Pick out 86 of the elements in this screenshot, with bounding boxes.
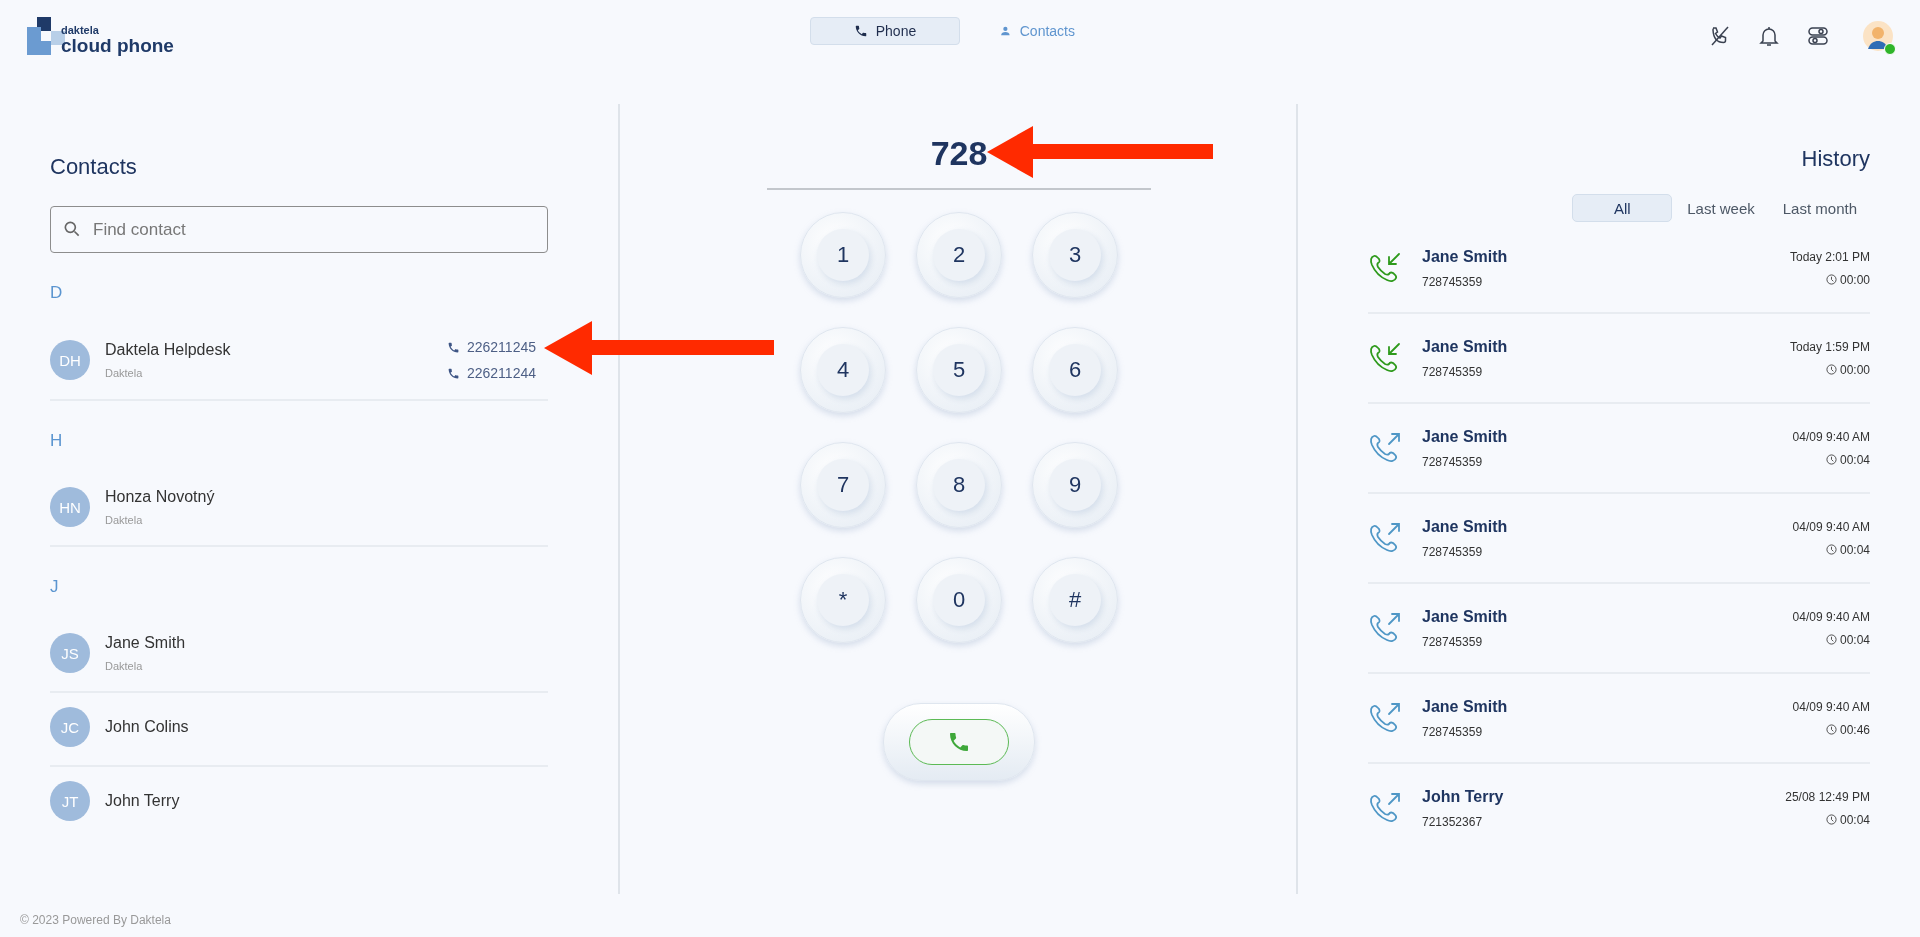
person-icon [999, 24, 1012, 38]
contact-avatar: DH [50, 340, 90, 380]
call-time: Today 2:01 PM [1789, 249, 1870, 264]
contact-company: Daktela [105, 367, 144, 379]
logo-brand: daktela [61, 25, 100, 36]
caller-number: 728745359 [1422, 724, 1484, 739]
caller-name[interactable]: Jane Smith [1422, 247, 1508, 266]
call-time: Today 1:59 PM [1789, 339, 1870, 354]
search-field[interactable]: Find contact [50, 206, 548, 253]
caller-name[interactable]: John Terry [1422, 787, 1504, 806]
caller-name[interactable]: Jane Smith [1422, 607, 1508, 626]
phone-slash-icon[interactable] [1708, 24, 1732, 48]
clock-icon [1825, 634, 1837, 645]
dial-key[interactable]: # [1032, 557, 1118, 643]
dial-key[interactable]: 5 [916, 327, 1002, 413]
user-avatar[interactable] [1863, 21, 1893, 51]
group-letter: J [50, 577, 60, 597]
footer-text: © 2023 Powered By Daktela [20, 913, 171, 927]
call-time: 04/09 9:40 AM [1792, 699, 1870, 714]
caller-number: 728745359 [1422, 454, 1484, 469]
clock-icon [1825, 814, 1837, 825]
call-duration: 00:04 [1839, 812, 1870, 827]
contacts-title: Contacts [50, 154, 138, 180]
call-duration: 00:04 [1839, 542, 1870, 557]
clock-icon [1825, 274, 1837, 285]
call-time: 25/08 12:49 PM [1785, 789, 1870, 804]
call-time: 04/09 9:40 AM [1792, 519, 1870, 534]
caller-name[interactable]: Jane Smith [1422, 427, 1508, 446]
dial-key[interactable]: 4 [800, 327, 886, 413]
clock-icon [1825, 544, 1837, 555]
contact-company: Daktela [105, 514, 144, 526]
phone-icon [853, 24, 868, 38]
dial-key[interactable]: 0 [916, 557, 1002, 643]
phone-icon [446, 366, 460, 380]
history-filter-tab[interactable]: All [1572, 194, 1673, 222]
dial-key[interactable]: * [800, 557, 886, 643]
phone-number-link[interactable]: 226211245 [466, 339, 536, 355]
contact-avatar: JT [50, 781, 90, 821]
bell-icon[interactable] [1757, 24, 1781, 48]
dial-key[interactable]: 6 [1032, 327, 1118, 413]
call-duration: 00:00 [1839, 362, 1870, 377]
dial-key[interactable]: 1 [800, 212, 886, 298]
caller-number: 728745359 [1422, 544, 1484, 559]
clock-icon [1825, 724, 1837, 735]
dial-key[interactable]: 2 [916, 212, 1002, 298]
group-letter: H [50, 431, 64, 451]
contact-name[interactable]: Honza Novotný [105, 488, 215, 506]
call-duration: 00:04 [1839, 452, 1870, 467]
call-duration: 00:04 [1839, 632, 1870, 647]
contact-avatar: JC [50, 707, 90, 747]
contact-name[interactable]: Jane Smith [105, 634, 186, 652]
contact-avatar: JS [50, 633, 90, 673]
search-icon [62, 219, 82, 239]
history-filter-tab[interactable]: Last week [1674, 194, 1768, 222]
caller-number: 728745359 [1422, 364, 1484, 379]
phone-icon [446, 340, 460, 354]
call-duration: 00:00 [1839, 272, 1870, 287]
phone-icon [947, 730, 971, 754]
caller-number: 721352367 [1422, 814, 1484, 829]
contact-avatar: HN [50, 487, 90, 527]
dial-key[interactable]: 7 [800, 442, 886, 528]
dial-key[interactable]: 8 [916, 442, 1002, 528]
dial-key[interactable]: 9 [1032, 442, 1118, 528]
caller-name[interactable]: Jane Smith [1422, 517, 1508, 536]
clock-icon [1825, 454, 1837, 465]
clock-icon [1825, 364, 1837, 375]
contact-name[interactable]: Daktela Helpdesk [105, 341, 231, 359]
caller-number: 728745359 [1422, 274, 1484, 289]
call-time: 04/09 9:40 AM [1792, 609, 1870, 624]
nav-tab[interactable]: Phone [810, 17, 960, 45]
toggles-icon[interactable] [1806, 24, 1830, 48]
caller-name[interactable]: Jane Smith [1422, 697, 1508, 716]
contact-name[interactable]: John Terry [105, 792, 180, 810]
history-title: History [1800, 146, 1870, 172]
group-letter: D [50, 283, 64, 303]
dialed-number: 728 [930, 133, 988, 173]
call-time: 04/09 9:40 AM [1792, 429, 1870, 444]
dial-key[interactable]: 3 [1032, 212, 1118, 298]
contact-name[interactable]: John Colins [105, 718, 189, 736]
contact-company: Daktela [105, 660, 144, 672]
call-duration: 00:46 [1839, 722, 1870, 737]
caller-name[interactable]: Jane Smith [1422, 337, 1508, 356]
history-filter-tab[interactable]: Last month [1769, 194, 1870, 222]
phone-number-link[interactable]: 226211244 [466, 365, 536, 381]
logo-product: cloud phone [61, 36, 174, 55]
caller-number: 728745359 [1422, 634, 1484, 649]
